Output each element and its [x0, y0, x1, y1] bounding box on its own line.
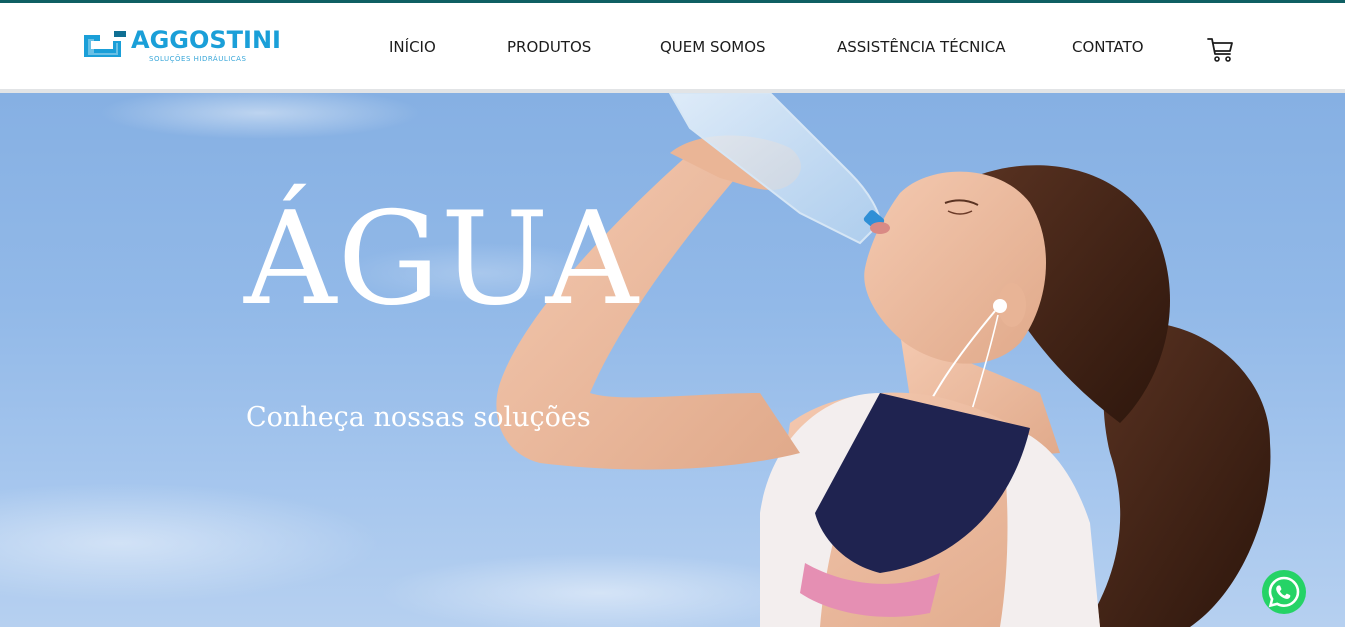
hero-title: ÁGUA — [244, 185, 640, 334]
hero-banner: ÁGUA Conheça nossas soluções — [0, 93, 1345, 627]
nav-item-quem-somos[interactable]: QUEM SOMOS — [660, 38, 766, 56]
nav-item-produtos[interactable]: PRODUTOS — [507, 38, 591, 56]
nav-item-inicio[interactable]: INÍCIO — [389, 38, 436, 56]
hero-subtitle[interactable]: Conheça nossas soluções — [246, 400, 591, 436]
whatsapp-icon[interactable] — [1260, 568, 1308, 616]
hero-photo — [0, 93, 1271, 627]
brand-name: AGGOSTINI — [131, 26, 281, 54]
nav-item-assistencia-tecnica[interactable]: ASSISTÊNCIA TÉCNICA — [837, 38, 1006, 56]
site-header: AGGOSTINI SOLUÇÕES HIDRÁULICAS INÍCIO PR… — [0, 3, 1345, 89]
nav-item-contato[interactable]: CONTATO — [1072, 38, 1144, 56]
logo-mark-icon — [84, 31, 126, 57]
brand-tagline: SOLUÇÕES HIDRÁULICAS — [149, 55, 247, 63]
brand-logo[interactable]: AGGOSTINI SOLUÇÕES HIDRÁULICAS — [80, 26, 281, 67]
shopping-cart-icon[interactable] — [1206, 34, 1234, 64]
